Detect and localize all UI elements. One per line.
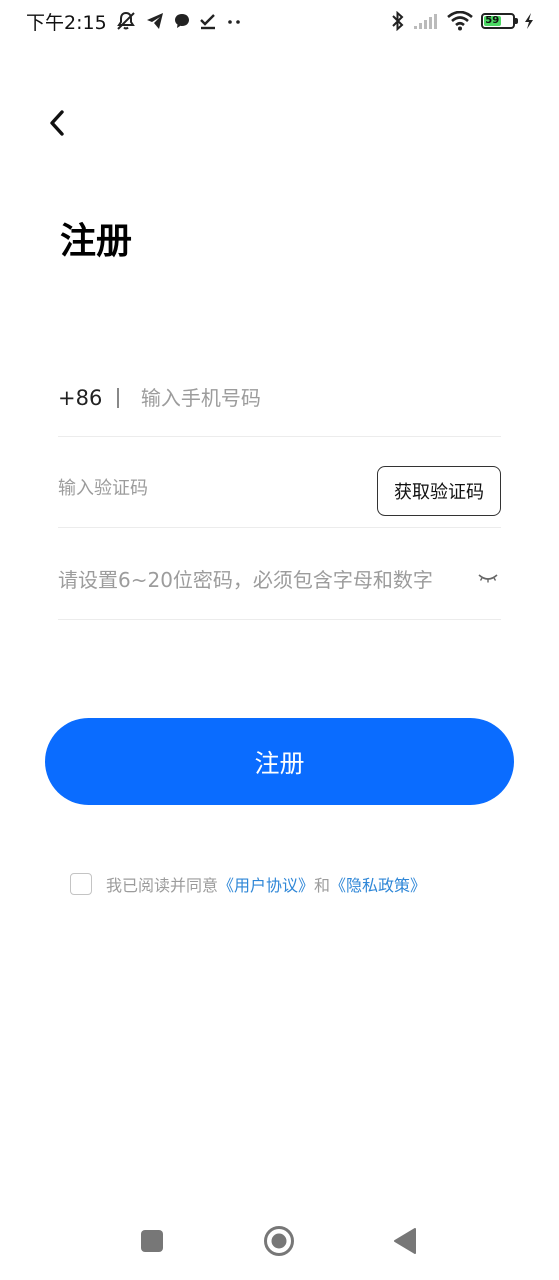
wifi-icon — [447, 11, 473, 31]
agreement-prefix: 我已阅读并同意 — [106, 876, 219, 895]
circle-home-icon — [263, 1225, 295, 1261]
mute-bell-icon — [115, 10, 137, 32]
register-button[interactable]: 注册 — [45, 718, 514, 805]
status-right: 59 — [383, 8, 535, 34]
eye-closed-icon — [477, 570, 499, 589]
agreement-conjunction: 和 — [314, 876, 331, 895]
page-title: 注册 — [60, 221, 133, 262]
status-bar: 下午2:15 59 — [0, 0, 559, 42]
triangle-back-icon — [393, 1228, 417, 1258]
phone-row: +86 — [58, 360, 501, 437]
navigation-bar — [0, 1212, 559, 1274]
battery-cap — [515, 18, 518, 24]
nav-back-button[interactable] — [388, 1226, 422, 1260]
user-agreement-link[interactable]: 《用户协议》 — [218, 872, 314, 896]
battery-level: 59 — [485, 15, 500, 26]
password-row — [58, 540, 501, 620]
agreement-row: 我已阅读并同意 《用户协议》 和 《隐私政策》 — [70, 870, 426, 898]
charging-icon — [523, 12, 535, 30]
privacy-policy-link[interactable]: 《隐私政策》 — [330, 872, 426, 896]
password-input[interactable] — [58, 567, 469, 592]
battery-icon: 59 — [481, 13, 518, 29]
square-icon — [140, 1229, 164, 1257]
country-code-divider — [117, 388, 119, 408]
password-visibility-toggle[interactable] — [475, 567, 501, 593]
home-button[interactable] — [262, 1226, 296, 1260]
country-code[interactable]: +86 — [58, 386, 102, 410]
status-time: 下午2:15 — [26, 11, 107, 34]
chevron-left-icon — [46, 108, 68, 142]
agreement-checkbox[interactable] — [70, 873, 92, 895]
more-dots-icon — [225, 12, 243, 30]
chat-bubble-icon — [173, 12, 191, 30]
register-screen: 下午2:15 59 注册 +86 输入手机号码 输入验证码 获取验证码 注册 我… — [0, 0, 559, 1280]
verification-code-row: 获取验证码 — [58, 450, 501, 528]
telegram-icon — [145, 11, 165, 31]
status-left: 下午2:15 — [26, 8, 243, 34]
battery: 59 — [481, 13, 518, 29]
bluetooth-icon — [391, 11, 405, 31]
check-icon — [199, 12, 217, 30]
signal-icon — [413, 12, 439, 30]
back-button[interactable] — [40, 106, 74, 144]
battery-fill: 59 — [484, 16, 501, 26]
recent-apps-button[interactable] — [135, 1226, 169, 1260]
get-code-button[interactable]: 获取验证码 — [377, 466, 501, 516]
phone-input[interactable] — [140, 386, 501, 410]
